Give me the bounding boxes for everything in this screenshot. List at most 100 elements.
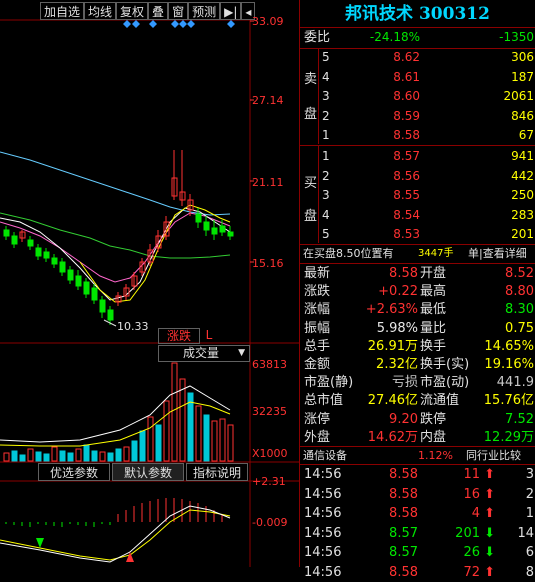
quote-stat-row: 涨跌 +0.22 最高 8.80 (300, 282, 535, 301)
buy-row[interactable]: 4 8.54 283 (300, 206, 535, 225)
stat-label: 市盈(动) (420, 375, 470, 391)
buy-row[interactable]: 3 8.55 250 (300, 186, 535, 205)
buy-volume: 201 (511, 227, 534, 241)
arrow-down-icon: ⬇ (484, 545, 495, 560)
quote-stat-row: 金额 2.32亿 换手(实) 19.16% (300, 355, 535, 374)
stat-value: 19.16% (484, 357, 534, 372)
tick-count: 2 (525, 486, 534, 502)
stat-value: 7.52 (505, 411, 534, 427)
jump-end-button[interactable]: ▶| (220, 2, 242, 20)
sell-volume: 67 (518, 128, 534, 142)
volume-bar (35, 451, 42, 462)
volume-bar (51, 446, 58, 462)
volume-bar (211, 420, 218, 462)
sell-price: 8.59 (393, 108, 420, 123)
quote-stat-row: 外盘 14.62万 内盘 12.29万 (300, 428, 535, 447)
buy-price: 8.57 (393, 149, 420, 163)
stat-label: 外盘 (304, 429, 331, 445)
sell-price: 8.62 (393, 50, 420, 64)
arrow-up-icon: ⬆ (484, 564, 495, 580)
forecast-button[interactable]: 预测 (188, 2, 221, 20)
sell-row[interactable]: 4 8.61 187 (300, 68, 535, 87)
candle-body (107, 309, 114, 321)
stat-value: 15.76亿 (483, 393, 534, 409)
overlay-button[interactable]: 叠 (148, 2, 169, 20)
buy-row[interactable]: 5 8.53 201 (300, 225, 535, 244)
volume-bar (115, 448, 122, 462)
sell-volume: 846 (511, 108, 534, 123)
tab-l[interactable]: L (200, 328, 218, 344)
sell-price: 8.58 (393, 128, 420, 142)
buy-price: 8.55 (393, 188, 420, 202)
window-button[interactable]: 窗 (168, 2, 189, 20)
volume-bar (59, 450, 66, 462)
sell-level: 3 (322, 89, 330, 103)
view-details-link[interactable]: 单|查看详细 (468, 244, 527, 263)
candle-body (227, 231, 234, 237)
volume-bar (107, 452, 114, 462)
tab-optimized-params[interactable]: 优选参数 (38, 463, 110, 481)
stat-value: 8.58 (389, 266, 418, 281)
stock-title: 邦讯技术 300312 (345, 4, 490, 24)
stat-label: 开盘 (420, 266, 447, 281)
candle-body (3, 229, 10, 237)
macd-dif-line (0, 505, 231, 563)
event-marker-icon (123, 20, 131, 28)
sell-volume: 187 (511, 69, 534, 84)
volume-bar (179, 378, 186, 462)
volume-indicator-dropdown[interactable]: 成交量 ▼ (158, 345, 250, 362)
buy-row[interactable]: 2 8.56 442 (300, 167, 535, 186)
volume-bar (43, 453, 50, 462)
sell-row[interactable]: 1 8.58 67 (300, 126, 535, 145)
moving-average-button[interactable]: 均线 (84, 2, 117, 20)
event-marker-icon (227, 20, 235, 28)
buy-level: 2 (322, 168, 330, 183)
industry-compare-link[interactable]: 同行业比较 (466, 446, 521, 465)
sell-row[interactable]: 3 8.60 2061 (300, 87, 535, 106)
weibi-label: 委比 (304, 30, 331, 45)
sell-row[interactable]: 5 8.62 306 (300, 48, 535, 67)
chevron-down-icon: ▼ (238, 348, 245, 358)
stat-value: 8.80 (505, 284, 534, 300)
chart-toolbar: 加自选 均线 复权 叠 窗 预测 ▶| ◂ (40, 2, 256, 20)
tick-price: 8.58 (389, 486, 418, 502)
industry-label[interactable]: 通信设备 (303, 446, 347, 465)
quote-stat-row: 最新 8.58 开盘 8.52 (300, 264, 535, 283)
stat-label: 振幅 (304, 320, 331, 336)
stat-label: 流通值 (420, 393, 460, 409)
sell-row[interactable]: 2 8.59 846 (300, 107, 535, 126)
buy-level: 1 (322, 149, 330, 163)
buy-row[interactable]: 1 8.57 941 (300, 147, 535, 166)
candle-body (219, 225, 226, 233)
industry-row: 通信设备 1.12% 同行业比较 (300, 446, 535, 465)
candle-body (11, 235, 18, 245)
industry-percent: 1.12% (418, 449, 453, 462)
sell-level: 1 (322, 128, 330, 142)
arrow-down-icon (36, 538, 44, 548)
stat-value: 8.52 (505, 266, 534, 281)
stat-value: 441.9 (496, 375, 534, 391)
volume-bar (91, 450, 98, 462)
sell-level: 4 (322, 69, 330, 84)
volume-bar (203, 414, 210, 462)
ma-line (0, 151, 231, 216)
tab-rise-fall[interactable]: 涨跌 (158, 328, 200, 344)
tab-indicator-help[interactable]: 指标说明 (186, 463, 248, 481)
event-marker-icon (132, 20, 140, 28)
candle-body (83, 281, 90, 295)
tick-time: 14:56 (304, 525, 342, 541)
volume-bar (219, 418, 226, 462)
tick-volume: 16 (463, 486, 480, 502)
add-favorite-button[interactable]: 加自选 (40, 2, 85, 20)
restore-rights-button[interactable]: 复权 (116, 2, 149, 20)
tab-default-params[interactable]: 默认参数 (112, 463, 184, 481)
weibi-value: -1350 (499, 30, 534, 44)
big-order-notice[interactable]: 在买盘8.50位置有 3447手 单|查看详细 (300, 244, 535, 263)
volume-bar (19, 454, 26, 462)
quote-stat-row: 涨幅 +2.63% 最低 8.30 (300, 300, 535, 319)
stat-value: 12.29万 (483, 429, 534, 445)
stat-value: 14.65% (484, 338, 534, 354)
candle-body (195, 213, 202, 223)
volume-bar (147, 416, 154, 462)
sell-price: 8.60 (393, 89, 420, 103)
